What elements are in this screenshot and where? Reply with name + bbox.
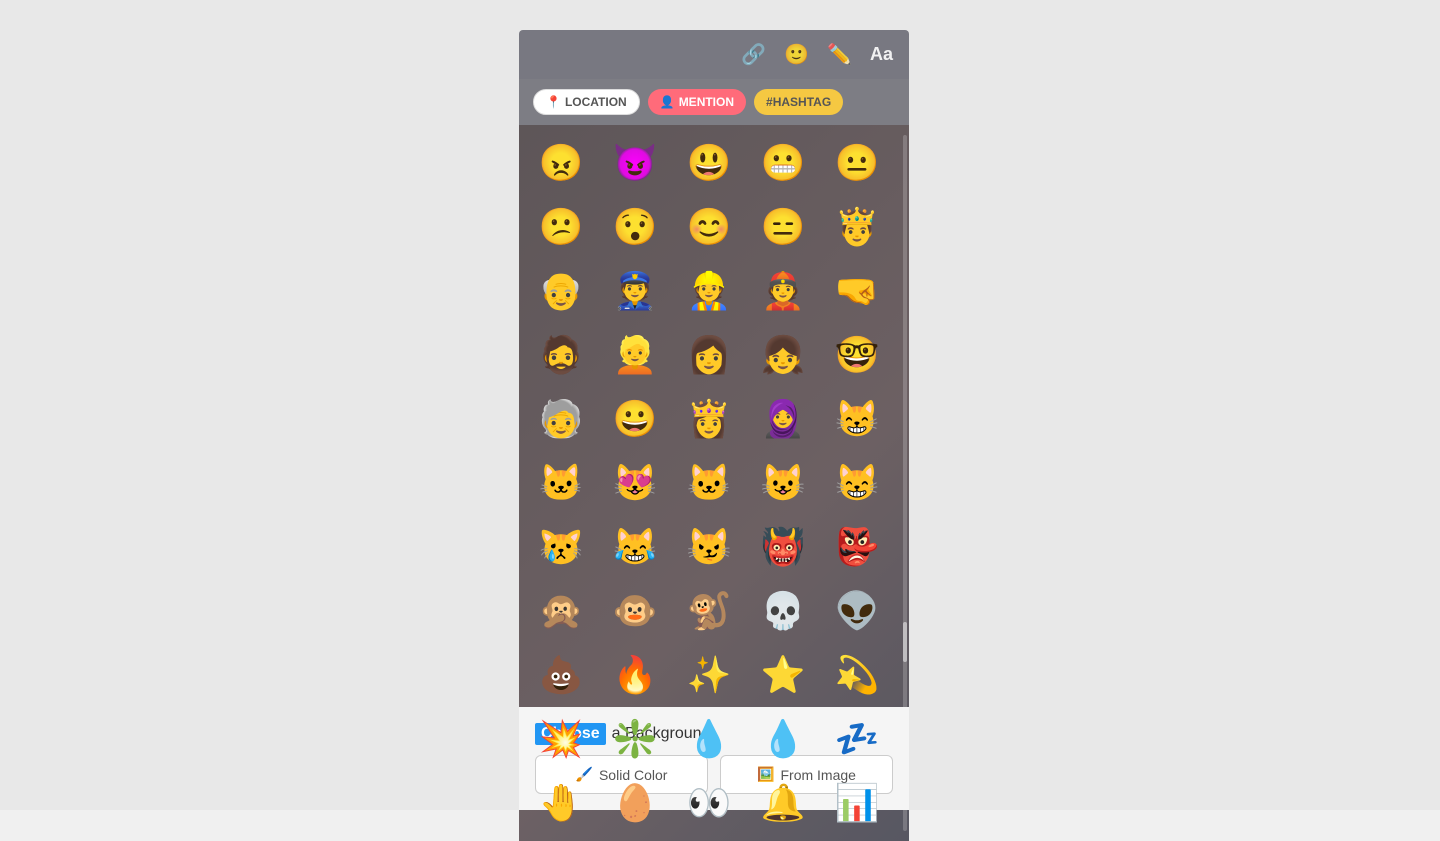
emoji-cell[interactable]: 💤 (827, 709, 887, 769)
emoji-cell[interactable]: 😸 (827, 453, 887, 513)
emoji-cell[interactable]: 👲 (753, 261, 813, 321)
emoji-cell[interactable]: 🤚 (531, 773, 591, 833)
emoji-cell[interactable]: ✨ (679, 645, 739, 705)
emoji-cell[interactable]: 😐 (827, 133, 887, 193)
emoji-cell[interactable]: 👸 (679, 389, 739, 449)
toolbar: 🔗 🙂 ✏️ Aa (519, 30, 909, 79)
emoji-icon[interactable]: 🙂 (784, 42, 809, 67)
emoji-cell[interactable]: 👮 (605, 261, 665, 321)
emoji-cell[interactable]: 😬 (753, 133, 813, 193)
emoji-grid: 😠😈😃😬😐😕😯😊😑🤴👴👮👷👲🤜🧔👱👩👧🤓🧓😀👸🧕😸🐱😻🐱😺😸😿😹😼👹👺🙊🐵🐒💀👽… (531, 133, 897, 833)
emoji-cell[interactable]: 💧 (753, 709, 813, 769)
emoji-cell[interactable]: 💫 (827, 645, 887, 705)
emoji-cell[interactable]: 👩 (679, 325, 739, 385)
emoji-cell[interactable]: 💩 (531, 645, 591, 705)
emoji-cell[interactable]: 🐱 (679, 453, 739, 513)
emoji-cell[interactable]: 💥 (531, 709, 591, 769)
link-icon[interactable]: 🔗 (741, 42, 766, 67)
emoji-cell[interactable]: 😺 (753, 453, 813, 513)
brush-icon[interactable]: ✏️ (827, 42, 852, 67)
emoji-cell[interactable]: 🐱 (531, 453, 591, 513)
emoji-cell[interactable]: 🔥 (605, 645, 665, 705)
emoji-cell[interactable]: 🤓 (827, 325, 887, 385)
emoji-cell[interactable]: 😼 (679, 517, 739, 577)
emoji-cell[interactable]: ❇️ (605, 709, 665, 769)
emoji-cell[interactable]: 👧 (753, 325, 813, 385)
emoji-cell[interactable]: 😻 (605, 453, 665, 513)
emoji-cell[interactable]: 🤜 (827, 261, 887, 321)
emoji-cell[interactable]: 🥚 (605, 773, 665, 833)
text-icon[interactable]: Aa (870, 44, 893, 65)
scrollbar-thumb[interactable] (903, 622, 907, 662)
emoji-cell[interactable]: 👽 (827, 581, 887, 641)
emoji-cell[interactable]: 🐒 (679, 581, 739, 641)
emoji-cell[interactable]: 🧕 (753, 389, 813, 449)
main-panel: 🔗 🙂 ✏️ Aa 📍 LOCATION 👤 MENTION #HASHTAG … (519, 30, 909, 841)
mention-icon: 👤 (660, 95, 675, 109)
mention-tag-button[interactable]: 👤 MENTION (648, 89, 746, 115)
hashtag-tag-button[interactable]: #HASHTAG (754, 89, 843, 115)
emoji-grid-area: 😠😈😃😬😐😕😯😊😑🤴👴👮👷👲🤜🧔👱👩👧🤓🧓😀👸🧕😸🐱😻🐱😺😸😿😹😼👹👺🙊🐵🐒💀👽… (519, 125, 909, 841)
emoji-cell[interactable]: 😠 (531, 133, 591, 193)
emoji-cell[interactable]: ⭐ (753, 645, 813, 705)
emoji-cell[interactable]: 👴 (531, 261, 591, 321)
hashtag-tag-label: #HASHTAG (766, 95, 831, 109)
emoji-cell[interactable]: 🐵 (605, 581, 665, 641)
emoji-cell[interactable]: 😯 (605, 197, 665, 257)
emoji-cell[interactable]: 😹 (605, 517, 665, 577)
emoji-cell[interactable]: 😑 (753, 197, 813, 257)
emoji-cell[interactable]: 💧 (679, 709, 739, 769)
emoji-cell[interactable]: 😸 (827, 389, 887, 449)
emoji-cell[interactable]: 👹 (753, 517, 813, 577)
location-tag-label: LOCATION (565, 95, 627, 109)
emoji-cell[interactable]: 😈 (605, 133, 665, 193)
mention-tag-label: MENTION (679, 95, 734, 109)
emoji-cell[interactable]: 🔔 (753, 773, 813, 833)
emoji-cell[interactable]: 😀 (605, 389, 665, 449)
emoji-cell[interactable]: 👀 (679, 773, 739, 833)
emoji-cell[interactable]: 😊 (679, 197, 739, 257)
emoji-cell[interactable]: 🧔 (531, 325, 591, 385)
emoji-cell[interactable]: 👷 (679, 261, 739, 321)
emoji-cell[interactable]: 🧓 (531, 389, 591, 449)
emoji-cell[interactable]: 👺 (827, 517, 887, 577)
emoji-cell[interactable]: 📊 (827, 773, 887, 833)
location-tag-button[interactable]: 📍 LOCATION (533, 89, 640, 115)
emoji-cell[interactable]: 🤴 (827, 197, 887, 257)
emoji-cell[interactable]: 😕 (531, 197, 591, 257)
location-pin-icon: 📍 (546, 95, 561, 109)
emoji-cell[interactable]: 👱 (605, 325, 665, 385)
emoji-cell[interactable]: 🙊 (531, 581, 591, 641)
emoji-cell[interactable]: 😿 (531, 517, 591, 577)
emoji-cell[interactable]: 😃 (679, 133, 739, 193)
emoji-cell[interactable]: 💀 (753, 581, 813, 641)
tag-row: 📍 LOCATION 👤 MENTION #HASHTAG (519, 79, 909, 125)
